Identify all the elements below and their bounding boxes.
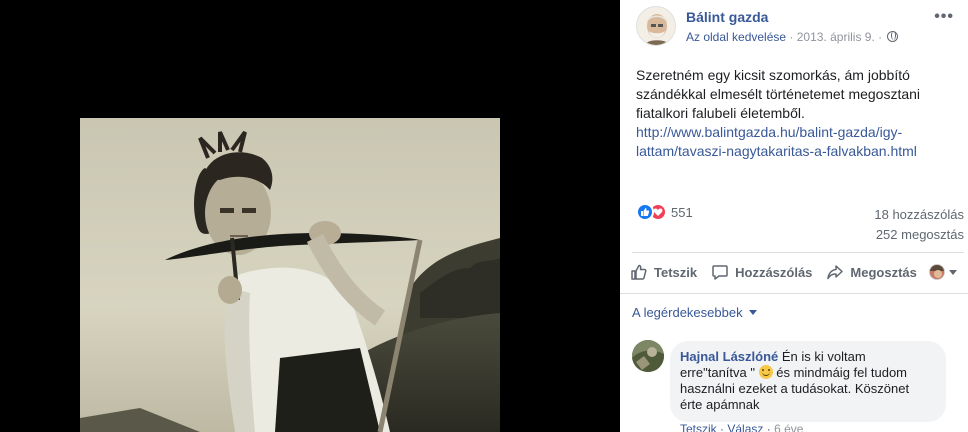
page-avatar[interactable] xyxy=(636,6,676,46)
reactions-summary[interactable]: 551 xyxy=(636,202,693,222)
viewer-avatar xyxy=(928,264,945,280)
comment-button[interactable]: Hozzászólás xyxy=(711,263,812,281)
share-button-label: Megosztás xyxy=(850,264,917,280)
smile-emoji-icon xyxy=(758,365,773,379)
meta-separator: · xyxy=(786,30,797,44)
reaction-count: 551 xyxy=(671,204,693,220)
comment-author[interactable]: Hajnal Lászlóné xyxy=(680,349,778,364)
thumbs-up-icon xyxy=(631,264,647,280)
comment-time[interactable]: 6 éve xyxy=(774,422,803,432)
commenter-avatar[interactable] xyxy=(632,340,664,372)
post-photo[interactable] xyxy=(80,118,500,432)
sort-label: A legérdekesebbek xyxy=(632,305,743,320)
action-bar: Tetszik Hozzászólás Megosztás xyxy=(630,258,964,286)
post-header: Bálint gazda Az oldal kedvelése · 2013. … xyxy=(636,6,958,46)
post-link[interactable]: http://www.balintgazda.hu/balint-gazda/i… xyxy=(636,123,946,161)
shares-count[interactable]: 252 megosztás xyxy=(874,225,964,245)
sort-chevron-down-icon xyxy=(748,310,757,315)
post-sidebar: Bálint gazda Az oldal kedvelése · 2013. … xyxy=(620,0,968,432)
post-body: Szeretném egy kicsit szomorkás, ám jobbí… xyxy=(636,66,946,161)
comment-like-link[interactable]: Tetszik xyxy=(680,422,717,432)
post-meta: Az oldal kedvelése · 2013. április 9. · xyxy=(686,30,899,44)
viewer-selector[interactable] xyxy=(928,264,957,280)
comments-count[interactable]: 18 hozzászólás xyxy=(874,205,964,225)
share-icon xyxy=(827,265,844,280)
meta-separator-2: · xyxy=(874,30,886,44)
like-button[interactable]: Tetszik xyxy=(630,263,697,281)
divider xyxy=(632,252,964,253)
page-avatar-image xyxy=(637,7,675,45)
more-dots-icon[interactable]: ••• xyxy=(934,8,954,26)
commenter-avatar-image xyxy=(632,340,664,372)
comment-dot-2: · xyxy=(763,422,775,432)
like-page-link[interactable]: Az oldal kedvelése xyxy=(686,30,786,44)
share-button[interactable]: Megosztás xyxy=(826,263,917,281)
comment-dot-1: · xyxy=(716,422,728,432)
comment-sort-dropdown[interactable]: A legérdekesebbek xyxy=(632,305,757,320)
like-button-label: Tetszik xyxy=(654,264,698,280)
post-date[interactable]: 2013. április 9. xyxy=(797,30,875,44)
photo-image xyxy=(80,118,500,432)
comment-reply-link[interactable]: Válasz xyxy=(727,422,763,432)
comment-button-label: Hozzászólás xyxy=(735,264,813,280)
like-icon xyxy=(636,203,654,221)
engagement-counts: 18 hozzászólás 252 megosztás xyxy=(874,205,964,245)
post-text: Szeretném egy kicsit szomorkás, ám jobbí… xyxy=(636,67,921,121)
globe-icon xyxy=(887,31,899,42)
comment-bubble: Hajnal Lászlóné Én is ki voltam erre"tan… xyxy=(670,341,946,422)
chevron-down-icon xyxy=(948,269,957,275)
photo-viewer xyxy=(0,0,620,432)
page-name[interactable]: Bálint gazda xyxy=(686,9,768,25)
comment-icon xyxy=(712,265,728,280)
comment-actions: Tetszik · Válasz · 6 éve xyxy=(680,422,803,432)
divider-2 xyxy=(620,293,968,294)
